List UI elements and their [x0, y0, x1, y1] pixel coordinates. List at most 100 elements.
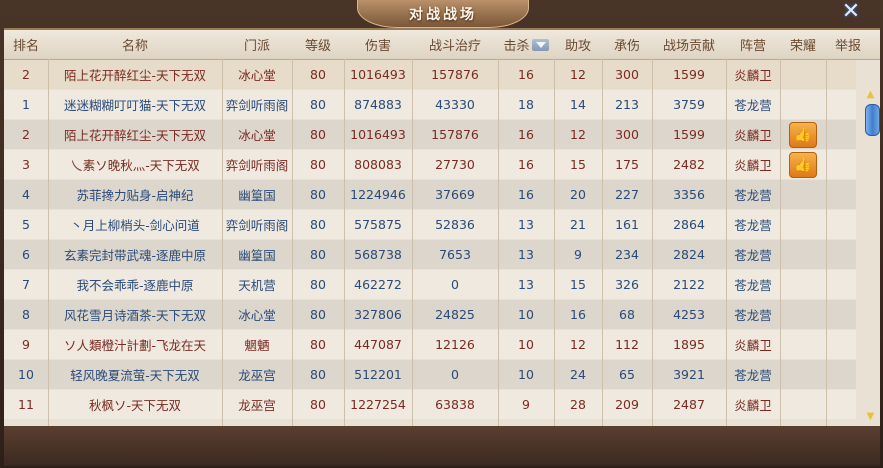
cell-name: ソ人類橙汁計劃-飞龙在天 [63, 338, 206, 353]
cell-heal: 157876 [431, 127, 479, 142]
column-divider [222, 59, 223, 428]
table-row[interactable]: 7 我不会乖乖-逐鹿中原 天机营 80 462272 0 13 15 326 2122 苍龙营 [4, 270, 856, 299]
col-level[interactable]: 等级 [292, 30, 344, 59]
scroll-down-icon[interactable]: ▼ [865, 412, 876, 422]
cell-glory [780, 330, 826, 359]
cell-assists: 15 [570, 277, 586, 292]
col-heal[interactable]: 战斗治疗 [412, 30, 498, 59]
col-taken[interactable]: 承伤 [602, 30, 652, 59]
table-row[interactable]: 3 乀素ソ晚秋灬-天下无双 弈剑听雨阁 80 808083 27730 16 15 175 248… [4, 150, 856, 179]
cell-report[interactable] [826, 330, 856, 359]
cell-faction: 苍龙营 [734, 248, 772, 263]
cell-rank: 3 [22, 157, 30, 172]
cell-faction: 炎麟卫 [734, 68, 772, 83]
cell-contrib: 2482 [673, 157, 705, 172]
col-rank[interactable]: 排名 [4, 30, 48, 59]
col-damage[interactable]: 伤害 [344, 30, 412, 59]
table-header: 排名 名称 门派 等级 伤害 战斗治疗 击杀 助攻 承伤 战场贡献 阵营 荣耀 … [4, 30, 880, 60]
cell-report[interactable] [826, 90, 856, 119]
cell-rank: 10 [18, 367, 34, 382]
cell-report[interactable] [826, 270, 856, 299]
col-name[interactable]: 名称 [48, 30, 222, 59]
cell-taken: 234 [615, 247, 639, 262]
cell-sect: 龙巫宫 [238, 368, 276, 383]
cell-heal: 0 [451, 277, 459, 292]
cell-taken: 227 [615, 187, 639, 202]
cell-report[interactable] [826, 300, 856, 329]
cell-kills: 16 [518, 67, 534, 82]
col-contrib[interactable]: 战场贡献 [652, 30, 726, 59]
col-kills[interactable]: 击杀 [498, 30, 554, 59]
table-row[interactable]: 6 玄素完封带武魂-逐鹿中原 幽篁国 80 568738 7653 13 9 234 2824 苍龙… [4, 240, 856, 269]
col-kills-label: 击杀 [503, 39, 530, 54]
scrollbar[interactable]: ▲ ▼ [861, 60, 880, 428]
cell-sect: 弈剑听雨阁 [225, 98, 289, 113]
table-row[interactable]: 5 丶月上柳梢头-剑心问道 弈剑听雨阁 80 575875 52836 13 21 161 286… [4, 210, 856, 239]
column-divider [726, 59, 727, 428]
table-row[interactable]: 10 轻风晚夏流萤-天下无双 龙巫宫 80 512201 0 10 24 65 3921 苍龙营 [4, 360, 856, 389]
cell-glory [780, 60, 826, 89]
cell-level: 80 [310, 127, 326, 142]
cell-assists: 15 [570, 157, 586, 172]
cell-heal: 12126 [435, 337, 475, 352]
cell-name: 秋枫ソ-天下无双 [88, 398, 181, 413]
cell-level: 80 [310, 187, 326, 202]
col-report[interactable]: 举报 [826, 30, 870, 59]
cell-damage: 808083 [354, 157, 402, 172]
cell-assists: 21 [570, 217, 586, 232]
cell-kills: 13 [518, 277, 534, 292]
cell-rank: 4 [22, 187, 30, 202]
cell-report[interactable] [826, 180, 856, 209]
cell-taken: 300 [615, 127, 639, 142]
cell-kills: 13 [518, 217, 534, 232]
table-row[interactable]: 9 ソ人類橙汁計劃-飞龙在天 魍魉 80 447087 12126 10 12 112 1895 炎… [4, 330, 856, 359]
cell-report[interactable] [826, 150, 856, 179]
cell-rank: 2 [22, 67, 30, 82]
sort-dropdown-icon[interactable] [531, 38, 549, 51]
table-row[interactable]: 2 陌上花开醉红尘-天下无双 冰心堂 80 1016493 157876 16 12 300 15… [4, 60, 856, 89]
table-row[interactable]: 8 风花雪月诗酒茶-天下无双 冰心堂 80 327806 24825 10 16 68 4253 苍… [4, 300, 856, 329]
cell-taken: 175 [615, 157, 639, 172]
cell-report[interactable] [826, 360, 856, 389]
col-assists[interactable]: 助攻 [554, 30, 602, 59]
cell-name: 轻风晚夏流萤-天下无双 [70, 368, 200, 383]
table-row[interactable]: 2 陌上花开醉红尘-天下无双 冰心堂 80 1016493 157876 16 12 300 15… [4, 120, 856, 149]
table-row[interactable]: 11 秋枫ソ-天下无双 龙巫宫 80 1227254 63838 9 28 209 2487 炎麟卫 [4, 390, 856, 419]
cell-heal: 37669 [435, 187, 475, 202]
thumbs-up-icon[interactable]: 👍 [789, 151, 817, 178]
cell-report[interactable] [826, 390, 856, 419]
cell-report[interactable] [826, 60, 856, 89]
table-row[interactable]: 1 迷迷糊糊叮叮猫-天下无双 弈剑听雨阁 80 874883 43330 18 14 213 37… [4, 90, 856, 119]
cell-name: 我不会乖乖-逐鹿中原 [76, 278, 194, 293]
cell-sect: 冰心堂 [238, 308, 276, 323]
thumbs-up-icon[interactable]: 👍 [789, 121, 817, 148]
cell-contrib: 1599 [673, 127, 705, 142]
cell-rank: 9 [22, 337, 30, 352]
cell-report[interactable] [826, 240, 856, 269]
cell-name: 乀素ソ晚秋灬-天下无双 [70, 158, 200, 173]
scrollbar-thumb[interactable] [865, 104, 880, 136]
cell-report[interactable] [826, 120, 856, 149]
cell-kills: 18 [518, 97, 534, 112]
cell-contrib: 3759 [673, 97, 705, 112]
col-faction[interactable]: 阵营 [726, 30, 780, 59]
cell-contrib: 1599 [673, 67, 705, 82]
cell-report[interactable] [826, 210, 856, 239]
cell-heal: 24825 [435, 307, 475, 322]
scroll-up-icon[interactable]: ▲ [865, 90, 876, 100]
cell-contrib: 2824 [673, 247, 705, 262]
col-glory[interactable]: 荣耀 [780, 30, 826, 59]
column-divider [48, 59, 49, 428]
cell-rank: 1 [22, 97, 30, 112]
cell-damage: 1016493 [350, 127, 406, 142]
table-row[interactable]: 4 苏菲搀力贴身-启神纪 幽篁国 80 1224946 37669 16 20 227 3356 苍… [4, 180, 856, 209]
window-frame: 对战战场 ✕ 排名 名称 门派 等级 伤害 战斗治疗 击杀 助攻 承伤 战场贡献… [0, 0, 883, 468]
close-icon[interactable]: ✕ [837, 0, 865, 24]
cell-assists: 12 [570, 127, 586, 142]
cell-glory [780, 360, 826, 389]
cell-damage: 327806 [354, 307, 402, 322]
column-divider [292, 59, 293, 428]
cell-heal: 27730 [435, 157, 475, 172]
cell-name: 苏菲搀力贴身-启神纪 [76, 188, 194, 203]
col-sect[interactable]: 门派 [222, 30, 292, 59]
